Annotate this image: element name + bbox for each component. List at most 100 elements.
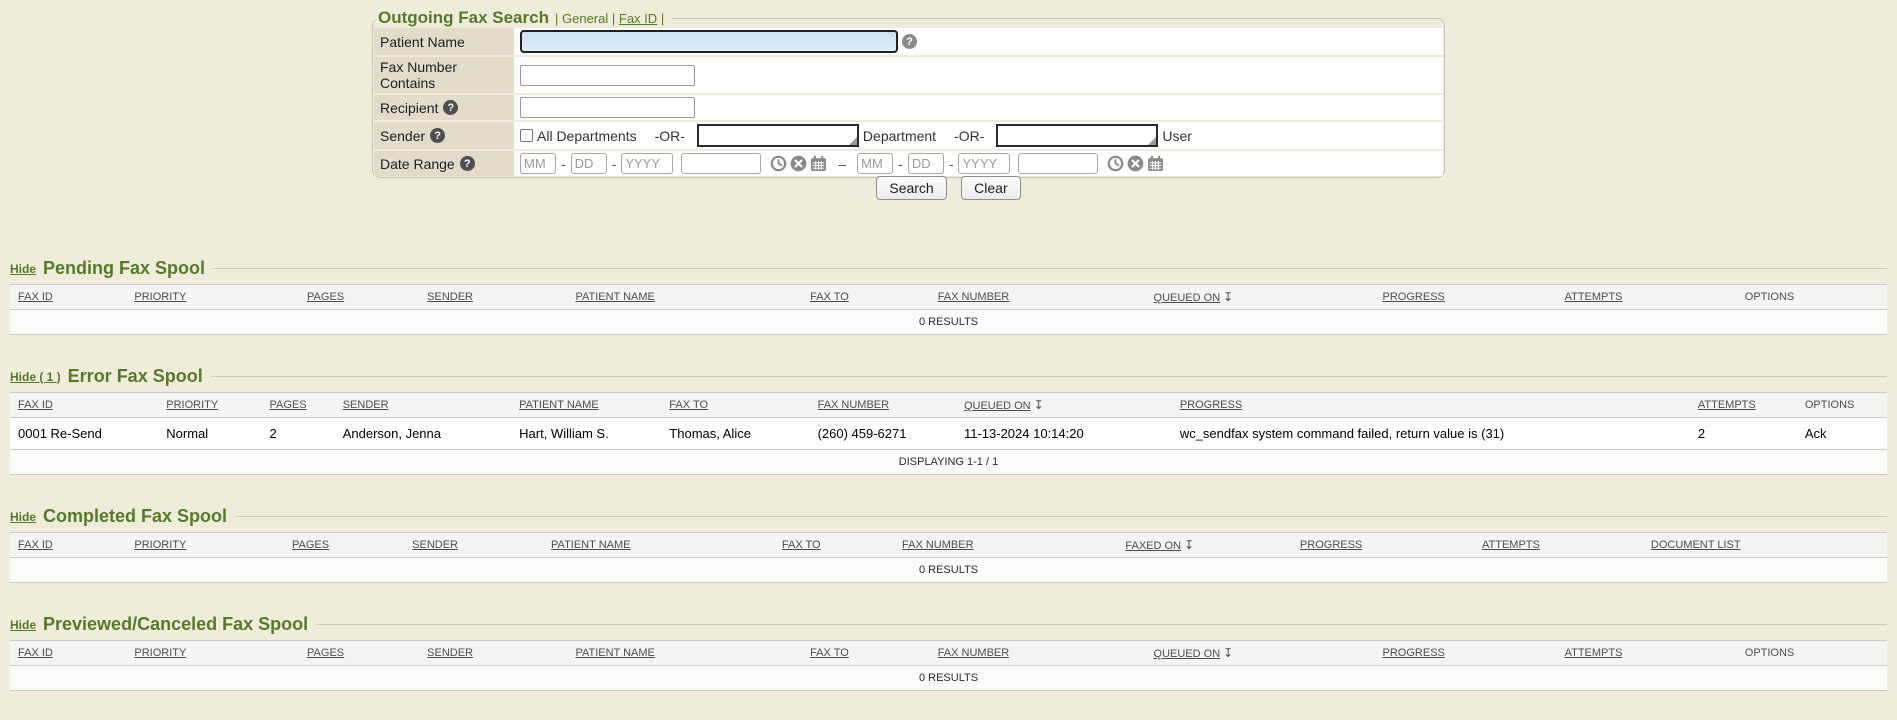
clear-button[interactable]: Clear: [961, 176, 1020, 200]
spool-status-row: 0 RESULTS: [10, 666, 1887, 691]
column-header-fax-to[interactable]: FAX TO: [802, 285, 930, 310]
recipient-row: Recipient ?: [374, 95, 1443, 120]
column-header-patient-name[interactable]: PATIENT NAME: [567, 285, 802, 310]
column-header-fax-id[interactable]: FAX ID: [10, 393, 158, 418]
tab-general[interactable]: General: [562, 11, 608, 26]
user-input[interactable]: [996, 124, 1158, 147]
from-clock-icon[interactable]: [770, 155, 787, 172]
sender-help-icon[interactable]: ?: [430, 128, 445, 143]
from-calendar-icon[interactable]: [810, 155, 827, 172]
tab-fax-id[interactable]: Fax ID: [619, 11, 657, 26]
to-month-input[interactable]: [857, 153, 893, 174]
date-separator: -: [612, 156, 617, 172]
column-header-fax-number[interactable]: FAX NUMBER: [930, 285, 1146, 310]
spool-heading: Hide ( 1 ) Error Fax Spool: [10, 366, 1887, 387]
to-time-input[interactable]: [1018, 153, 1098, 174]
fax-number-input[interactable]: [520, 65, 695, 86]
column-header-queued-on[interactable]: QUEUED ON↧: [1146, 285, 1375, 310]
column-header-fax-number[interactable]: FAX NUMBER: [810, 393, 956, 418]
from-year-input[interactable]: [621, 153, 673, 174]
sort-descending-icon: ↧: [1184, 538, 1194, 552]
to-clock-icon[interactable]: [1107, 155, 1124, 172]
column-header-progress[interactable]: PROGRESS: [1375, 285, 1557, 310]
range-separator: –: [838, 156, 846, 172]
cell-options[interactable]: Ack: [1797, 418, 1887, 450]
spool-table: FAX IDPRIORITYPAGESSENDERPATIENT NAMEFAX…: [10, 532, 1887, 583]
to-clear-icon[interactable]: [1127, 155, 1144, 172]
search-button[interactable]: Search: [876, 176, 946, 200]
column-header-patient-name[interactable]: PATIENT NAME: [511, 393, 661, 418]
from-time-input[interactable]: [681, 153, 761, 174]
column-header-fax-id[interactable]: FAX ID: [10, 285, 126, 310]
cell-attempts: 2: [1690, 418, 1797, 450]
column-header-sender[interactable]: SENDER: [404, 533, 543, 558]
spool-section-completed: Hide Completed Fax Spool FAX IDPRIORITYP…: [10, 506, 1887, 583]
column-header-pages[interactable]: PAGES: [299, 285, 419, 310]
hide-link[interactable]: Hide: [10, 618, 36, 632]
column-header-priority[interactable]: PRIORITY: [126, 533, 284, 558]
cell-queued-on: 11-13-2024 10:14:20: [956, 418, 1172, 450]
column-header-priority[interactable]: PRIORITY: [158, 393, 261, 418]
column-header-fax-number[interactable]: FAX NUMBER: [930, 641, 1146, 666]
column-header-patient-name[interactable]: PATIENT NAME: [543, 533, 774, 558]
to-calendar-icon[interactable]: [1147, 155, 1164, 172]
patient-name-row: Patient Name ?: [374, 28, 1443, 55]
date-range-help-icon[interactable]: ?: [460, 156, 475, 171]
column-header-options: OPTIONS: [1737, 285, 1887, 310]
column-header-pages[interactable]: PAGES: [284, 533, 404, 558]
column-header-pages[interactable]: PAGES: [299, 641, 419, 666]
cell-pages: 2: [262, 418, 335, 450]
from-month-input[interactable]: [520, 153, 556, 174]
date-separator: -: [949, 156, 954, 172]
cell-sender: Anderson, Jenna: [335, 418, 511, 450]
column-header-priority[interactable]: PRIORITY: [126, 285, 299, 310]
column-header-sender[interactable]: SENDER: [419, 641, 567, 666]
column-header-document-list[interactable]: DOCUMENT LIST: [1643, 533, 1887, 558]
spool-section-previewed: Hide Previewed/Canceled Fax Spool FAX ID…: [10, 614, 1887, 691]
column-header-pages[interactable]: PAGES: [262, 393, 335, 418]
tab-separator: |: [555, 11, 558, 26]
recipient-input[interactable]: [520, 97, 695, 118]
to-day-input[interactable]: [908, 153, 944, 174]
patient-name-help-icon[interactable]: ?: [902, 34, 917, 49]
column-header-queued-on[interactable]: QUEUED ON↧: [956, 393, 1172, 418]
hide-link[interactable]: Hide: [10, 510, 36, 524]
column-header-patient-name[interactable]: PATIENT NAME: [567, 641, 802, 666]
column-header-fax-to[interactable]: FAX TO: [802, 641, 930, 666]
column-header-attempts[interactable]: ATTEMPTS: [1557, 285, 1737, 310]
department-input[interactable]: [697, 124, 859, 147]
column-header-progress[interactable]: PROGRESS: [1172, 393, 1690, 418]
all-departments-checkbox[interactable]: [520, 129, 533, 142]
from-date-icons: [770, 155, 827, 172]
recipient-help-icon[interactable]: ?: [443, 100, 458, 115]
hide-link[interactable]: Hide ( 1 ): [10, 370, 61, 384]
form-title: Outgoing Fax Search: [378, 8, 549, 27]
column-header-progress[interactable]: PROGRESS: [1292, 533, 1474, 558]
column-header-fax-to[interactable]: FAX TO: [661, 393, 809, 418]
spool-section-error: Hide ( 1 ) Error Fax Spool FAX IDPRIORIT…: [10, 366, 1887, 475]
spool-table: FAX IDPRIORITYPAGESSENDERPATIENT NAMEFAX…: [10, 284, 1887, 335]
column-header-priority[interactable]: PRIORITY: [126, 641, 299, 666]
column-header-queued-on[interactable]: QUEUED ON↧: [1146, 641, 1375, 666]
form-legend: Outgoing Fax Search| General | Fax ID |: [376, 8, 672, 28]
column-header-fax-to[interactable]: FAX TO: [774, 533, 894, 558]
column-header-sender[interactable]: SENDER: [419, 285, 567, 310]
column-header-attempts[interactable]: ATTEMPTS: [1557, 641, 1737, 666]
from-clear-icon[interactable]: [790, 155, 807, 172]
or-separator: -OR-: [655, 128, 685, 144]
column-header-fax-id[interactable]: FAX ID: [10, 641, 126, 666]
hide-link[interactable]: Hide: [10, 262, 36, 276]
cell-fax-id[interactable]: 0001 Re-Send: [10, 418, 158, 450]
column-header-progress[interactable]: PROGRESS: [1375, 641, 1557, 666]
to-year-input[interactable]: [958, 153, 1010, 174]
column-header-faxed-on[interactable]: FAXED ON↧: [1117, 533, 1292, 558]
column-header-fax-id[interactable]: FAX ID: [10, 533, 126, 558]
column-header-attempts[interactable]: ATTEMPTS: [1690, 393, 1797, 418]
heading-rule: [316, 624, 1887, 625]
user-label: User: [1162, 128, 1192, 144]
column-header-sender[interactable]: SENDER: [335, 393, 511, 418]
column-header-attempts[interactable]: ATTEMPTS: [1474, 533, 1643, 558]
patient-name-input[interactable]: [520, 30, 898, 53]
column-header-fax-number[interactable]: FAX NUMBER: [894, 533, 1117, 558]
from-day-input[interactable]: [571, 153, 607, 174]
